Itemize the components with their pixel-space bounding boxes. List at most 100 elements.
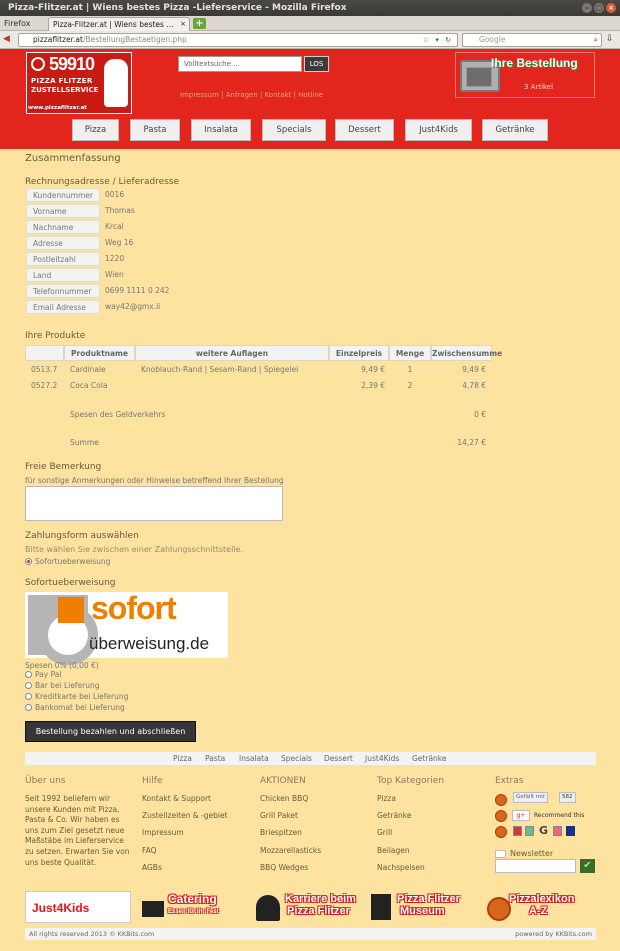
menu-item-specials[interactable]: Specials — [262, 119, 326, 141]
social-share-icon[interactable] — [525, 826, 534, 836]
fees-label: Spesen des Geldverkehrs — [70, 410, 166, 419]
delicious-icon[interactable] — [566, 826, 575, 836]
sofort-logo-domain: überweisung.de — [89, 634, 210, 653]
footer-menu-getraenke[interactable]: Getränke — [412, 752, 447, 765]
newsletter-checkbox[interactable] — [495, 850, 506, 858]
pizza-icon — [495, 794, 507, 806]
radio-creditcard[interactable] — [25, 693, 32, 700]
product-price: 9,49 € — [361, 365, 385, 374]
newsletter-input[interactable] — [495, 859, 576, 873]
help-link[interactable]: Zustellzeiten & -gebiet — [142, 811, 228, 820]
radio-bankomat-label: Bankomat bei Lieferung — [35, 703, 125, 712]
action-link[interactable]: Chicken BBQ — [260, 794, 308, 803]
menu-item-pizza[interactable]: Pizza — [72, 119, 119, 141]
maximize-icon[interactable]: □ — [594, 3, 604, 13]
social-share-icon[interactable] — [513, 826, 522, 836]
cart-count: 3 Artikel — [524, 83, 554, 91]
about-text: Seit 1992 beliefern wir unsere Kunden mi… — [25, 794, 130, 867]
banner-pizzalexikon[interactable]: Pizzalexikon A-Z — [487, 891, 596, 923]
menu-item-getraenke[interactable]: Getränke — [482, 119, 548, 141]
search-button[interactable]: LOS — [304, 56, 329, 72]
action-link[interactable]: Grill Paket — [260, 811, 298, 820]
fulltext-search-input[interactable]: Volltextsuche ... — [178, 56, 302, 72]
banner-karriere-line1: Karriere beim — [285, 893, 356, 905]
pizza-icon — [495, 826, 507, 838]
google-icon[interactable]: G — [539, 824, 548, 837]
truck-icon — [142, 901, 164, 917]
social-share-icon[interactable] — [553, 826, 562, 836]
category-link[interactable]: Getränke — [377, 811, 412, 820]
menu-item-pasta[interactable]: Pasta — [130, 119, 180, 141]
tab-pizza-flitzer[interactable]: Pizza-Flitzer.at | Wiens bestes ... × — [48, 17, 190, 31]
banner-karriere[interactable]: Karriere beim Pizza Flitzer — [256, 891, 360, 923]
action-link[interactable]: Briespitzen — [260, 828, 302, 837]
window-title: Pizza-Flitzer.at | Wiens bestes Pizza -L… — [8, 3, 347, 13]
product-price: 2,39 € — [361, 381, 385, 390]
google-plus-icon[interactable]: g+ — [512, 810, 530, 821]
radio-paypal[interactable] — [25, 671, 32, 678]
sofort-logo[interactable]: sofort überweisung.de — [25, 590, 228, 665]
help-link[interactable]: Impressum — [142, 828, 184, 837]
new-tab-icon[interactable]: + — [193, 18, 206, 29]
help-link[interactable]: Kontakt & Support — [142, 794, 211, 803]
menu-item-dessert[interactable]: Dessert — [335, 119, 394, 141]
url-path: /BestellungBestaetigen.php — [82, 35, 187, 44]
search-bar[interactable]: Google ⌕ — [462, 33, 602, 47]
tab-label: Pizza-Flitzer.at | Wiens bestes ... — [53, 20, 174, 29]
table-header-id — [25, 345, 64, 361]
footer-menu-insalata[interactable]: Insalata — [239, 752, 269, 765]
close-window-icon[interactable]: × — [606, 3, 616, 13]
menu-item-just4kids[interactable]: Just4Kids — [405, 119, 472, 141]
category-link[interactable]: Grill — [377, 828, 392, 837]
url-bar[interactable]: pizzaflitzer.at/BestellungBestaetigen.ph… — [18, 33, 458, 47]
document-icon — [371, 894, 391, 920]
top-links[interactable]: Impressum | Anfragen | Kontakt | Hotline — [180, 91, 323, 99]
cart-widget[interactable]: Ihre Bestellung 3 Artikel — [455, 52, 595, 98]
menu-item-insalata[interactable]: Insalata — [191, 119, 251, 141]
recommend-label[interactable]: Recommend this — [534, 812, 584, 819]
footer-menu-pizza[interactable]: Pizza — [173, 752, 192, 765]
product-subtotal: 9,49 € — [462, 365, 486, 374]
footer-menu-dessert[interactable]: Dessert — [324, 752, 353, 765]
chef-icon — [104, 59, 128, 107]
product-subtotal: 4,78 € — [462, 381, 486, 390]
download-icon[interactable]: ⇩ — [606, 34, 614, 44]
powered-by[interactable]: powered by KKBits.com — [515, 928, 592, 940]
firefox-menu-button[interactable]: Firefox — [4, 18, 30, 29]
submit-order-button[interactable]: Bestellung bezahlen und abschließen — [25, 721, 196, 742]
search-icon[interactable]: ⌕ — [594, 34, 598, 46]
logo-number: 59910 — [49, 54, 95, 74]
category-link[interactable]: Pizza — [377, 794, 396, 803]
banner-catering[interactable]: Catering Essen für Ihr Fest — [142, 891, 246, 923]
back-arrow-icon[interactable]: ◀ — [3, 33, 16, 46]
address-value: 1220 — [105, 254, 125, 263]
footer-menu-pasta[interactable]: Pasta — [205, 752, 225, 765]
footer-menu-just4kids[interactable]: Just4Kids — [365, 752, 399, 765]
action-link[interactable]: Mozzarellasticks — [260, 846, 321, 855]
tab-close-icon[interactable]: × — [180, 18, 186, 31]
url-bar-icons[interactable]: ☆ ▾ ↻ — [423, 34, 453, 46]
products-title: Ihre Produkte — [25, 331, 86, 341]
product-name: Coca Cola — [70, 381, 108, 390]
action-link[interactable]: BBQ Wedges — [260, 863, 308, 872]
radio-bankomat[interactable] — [25, 704, 32, 711]
radio-sofort[interactable] — [25, 558, 32, 565]
product-extras: Knoblauch-Rand | Sesam-Rand | Spiegelei — [141, 365, 299, 374]
like-button[interactable]: Gefällt mir — [513, 792, 549, 803]
newsletter-label: Newsletter — [510, 849, 554, 858]
banner-museum[interactable]: Pizza Flitzer Museum — [371, 891, 475, 923]
remark-hint: für sonstige Anmerkungen oder Hinweise b… — [25, 476, 284, 485]
help-link[interactable]: FAQ — [142, 846, 157, 855]
sofort-logo-square — [58, 597, 84, 623]
category-link[interactable]: Nachspeisen — [377, 863, 425, 872]
minimize-icon[interactable]: – — [582, 3, 592, 13]
search-placeholder: Google — [479, 35, 506, 44]
newsletter-submit-button[interactable]: ✔ — [580, 859, 595, 873]
banner-just4kids[interactable]: Just4Kids — [25, 891, 131, 923]
footer-menu-specials[interactable]: Specials — [281, 752, 312, 765]
category-link[interactable]: Beilagen — [377, 846, 410, 855]
radio-cash[interactable] — [25, 682, 32, 689]
address-label: Land — [26, 268, 100, 282]
help-link[interactable]: AGBs — [142, 863, 162, 872]
remark-textarea[interactable] — [25, 486, 283, 521]
